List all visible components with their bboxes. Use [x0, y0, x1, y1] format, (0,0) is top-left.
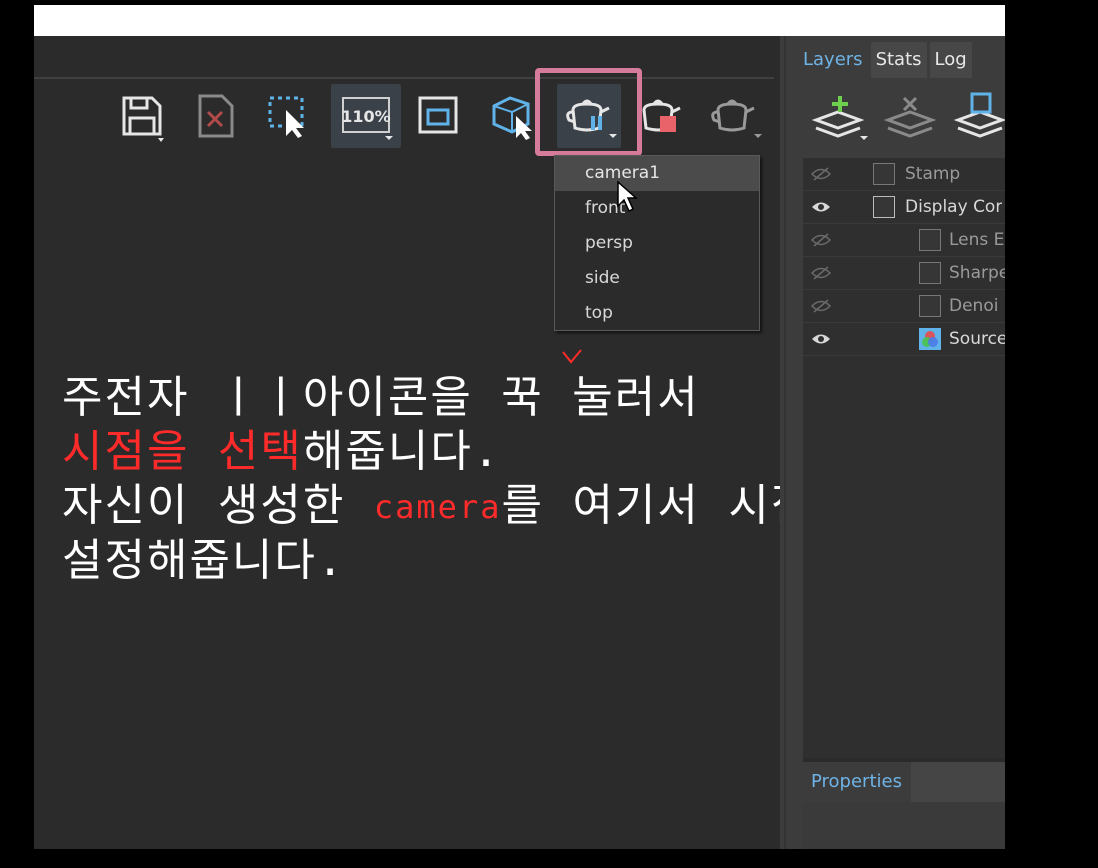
add-layer-icon[interactable] — [812, 90, 870, 142]
region-select-icon — [268, 96, 304, 138]
eye-visible-icon[interactable] — [810, 332, 832, 346]
tab-log[interactable]: Log — [929, 42, 972, 78]
layer-name: Denoi — [949, 296, 999, 316]
check-mark-icon — [562, 349, 582, 364]
select-region-button[interactable] — [262, 84, 314, 148]
stamp-icon — [873, 163, 895, 185]
instruction-camera-word: camera — [373, 488, 502, 526]
tab-layers[interactable]: Layers — [798, 42, 868, 78]
eye-hidden-icon[interactable] — [810, 266, 832, 280]
instruction-line-4: 설정해줍니다. — [62, 535, 346, 586]
splitter-line — [784, 36, 786, 849]
tab-stats[interactable]: Stats — [870, 42, 927, 78]
eye-visible-icon[interactable] — [810, 200, 832, 214]
denoise-icon — [919, 295, 941, 317]
save-icon — [122, 96, 164, 142]
menu-item-persp[interactable]: persp — [555, 226, 759, 261]
instruction-line-2-rest: 해줍니다. — [302, 426, 502, 477]
layer-row-sharpen[interactable]: Sharpe — [803, 257, 1009, 290]
layer-name: Sharpe — [949, 263, 1010, 283]
camera-dropdown-menu: camera1 front persp side top — [554, 155, 760, 331]
properties-body — [803, 802, 1005, 849]
instruction-line-3-a: 자신이 생성한 — [62, 480, 374, 531]
save-layer-icon[interactable] — [954, 90, 1006, 142]
remove-image-icon — [198, 94, 234, 138]
layer-row-denoise[interactable]: Denoi — [803, 290, 1005, 323]
layer-list: Stamp Display Cor Lens E Sharpe Denoi So… — [803, 158, 1009, 758]
delete-layer-icon[interactable] — [884, 90, 936, 142]
layer-name: Source — [949, 329, 1008, 349]
menu-item-camera1[interactable]: camera1 — [555, 156, 759, 191]
layer-name: Stamp — [905, 164, 961, 184]
layer-row-display-correction[interactable]: Display Cor — [803, 191, 1005, 224]
lens-icon — [919, 229, 941, 251]
tab-properties[interactable]: Properties — [803, 762, 911, 802]
layer-tools — [798, 90, 1006, 150]
properties-search-field[interactable] — [911, 762, 1005, 802]
toolbar-divider — [34, 77, 774, 79]
window-top-bar — [34, 5, 1005, 36]
instruction-text: 주전자 ㅣㅣ아이콘을 꾹 눌러서 시점을 선택해줍니다. 자신이 생성한 camer… — [62, 371, 898, 588]
ipr-render-button[interactable] — [708, 84, 762, 148]
panel-splitter[interactable] — [780, 36, 798, 849]
teapot-icon — [711, 99, 762, 138]
instruction-line-2: 시점을 선택해줍니다. — [62, 425, 898, 479]
instruction-line-1: 주전자 ㅣㅣ아이콘을 꾹 눌러서 — [62, 372, 700, 423]
save-image-button[interactable] — [116, 84, 168, 148]
frame-icon — [418, 96, 458, 134]
sharpen-icon — [919, 262, 941, 284]
menu-item-front[interactable]: front — [555, 191, 759, 226]
highlight-box — [535, 68, 642, 156]
layer-row-stamp[interactable]: Stamp — [803, 158, 1005, 191]
mouse-cursor-icon — [617, 180, 638, 213]
menu-item-side[interactable]: side — [555, 261, 759, 296]
layer-row-source[interactable]: Source — [803, 323, 1008, 356]
zoom-label: 110% — [341, 107, 390, 126]
remove-image-button[interactable] — [190, 84, 242, 148]
zoom-button[interactable]: 110% — [331, 84, 401, 148]
instruction-line-3: 자신이 생성한 camera를 여기서 시점으로 — [62, 479, 898, 534]
layer-row-lens-effects[interactable]: Lens E — [803, 224, 1005, 257]
frame-region-button[interactable] — [412, 84, 464, 148]
screen-margin — [1005, 0, 1098, 868]
eye-hidden-icon[interactable] — [810, 167, 832, 181]
instruction-highlight: 시점을 선택 — [62, 426, 303, 477]
eye-hidden-icon[interactable] — [810, 233, 832, 247]
layer-name: Display Cor — [905, 197, 1003, 217]
curve-icon — [873, 196, 895, 218]
rgb-source-icon — [919, 328, 941, 350]
eye-hidden-icon[interactable] — [810, 299, 832, 313]
zoom-icon: 110% — [341, 97, 393, 140]
select-object-button[interactable] — [486, 84, 538, 148]
cube-select-icon — [492, 96, 532, 140]
menu-item-top[interactable]: top — [555, 296, 759, 331]
panel-tabs: Layers Stats Log — [798, 42, 975, 82]
layer-name: Lens E — [949, 230, 1005, 250]
